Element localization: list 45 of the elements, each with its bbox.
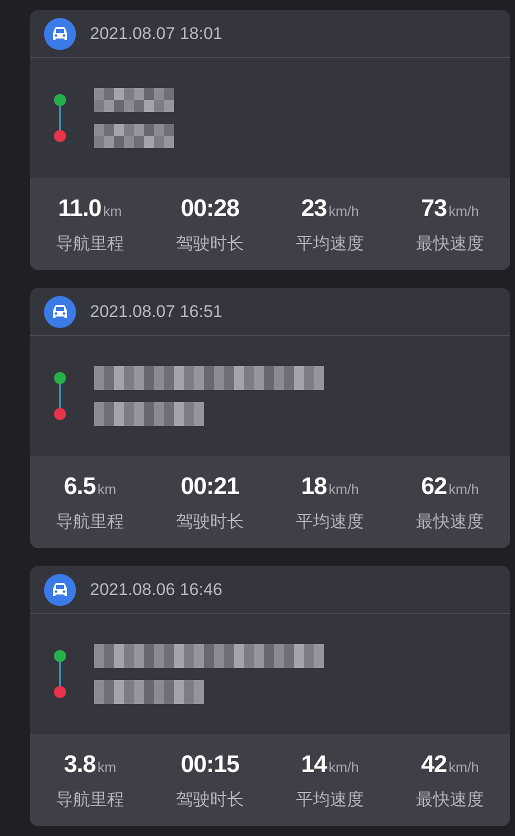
stat-unit: km — [97, 758, 116, 778]
stat-label: 驾驶时长 — [176, 233, 244, 256]
trip-time: 2021.08.07 16:51 — [90, 300, 222, 323]
trip-time: 2021.08.07 18:01 — [90, 22, 222, 45]
stat-label: 导航里程 — [56, 233, 124, 256]
stat-unit: km — [103, 202, 122, 222]
stat-value: 14 — [301, 750, 327, 780]
route-drawing — [54, 94, 66, 142]
stat-unit: km/h — [328, 480, 359, 500]
route-drawing — [54, 650, 66, 698]
stat-label: 最快速度 — [416, 789, 484, 812]
stat-unit: km/h — [328, 758, 359, 778]
stat-value: 6.5 — [64, 472, 96, 502]
trip-card[interactable]: 2021.08.07 16:51 6.5 km 导航里程 00:21 驾驶时长 18 km/h 平均速度 62 km/h 最快速度 — [30, 288, 510, 548]
stat-value: 62 — [421, 472, 447, 502]
stat-value: 00:28 — [180, 194, 240, 224]
stat-value: 23 — [301, 194, 327, 224]
stat-unit: km/h — [448, 202, 479, 222]
stat-value: 73 — [421, 194, 447, 224]
stat-label: 最快速度 — [416, 511, 484, 534]
stat-value: 3.8 — [64, 750, 96, 780]
stat-value: 00:15 — [180, 750, 240, 780]
stat-value: 18 — [301, 472, 327, 502]
trip-time: 2021.08.06 16:46 — [90, 578, 222, 601]
stat-label: 最快速度 — [416, 233, 484, 256]
stat-label: 导航里程 — [56, 511, 124, 534]
trip-card[interactable]: 2021.08.07 18:01 11.0 km 导航里程 00:28 驾驶时长 23 km/h 平均速度 73 km/h 最快速度 — [30, 10, 510, 270]
stat-unit: km/h — [448, 758, 479, 778]
stat-unit: km/h — [328, 202, 359, 222]
stat-label: 驾驶时长 — [176, 511, 244, 534]
stat-label: 导航里程 — [56, 789, 124, 812]
stat-value: 11.0 — [58, 194, 102, 224]
stat-label: 驾驶时长 — [176, 789, 244, 812]
car-icon — [44, 574, 76, 606]
route-drawing — [54, 372, 66, 420]
stat-value: 42 — [421, 750, 447, 780]
car-icon — [44, 296, 76, 328]
trip-card[interactable]: 2021.08.06 16:46 3.8 km 导航里程 00:15 驾驶时长 14km/h 平均速度 42 km/h 最快速度 — [30, 566, 510, 826]
stat-value: 00:21 — [180, 472, 240, 502]
stat-label: 平均速度 — [296, 511, 364, 534]
stat-unit: km — [97, 480, 116, 500]
stat-unit: km/h — [448, 480, 479, 500]
car-icon — [44, 18, 76, 50]
stat-label: 平均速度 — [296, 789, 364, 812]
stat-label: 平均速度 — [296, 233, 364, 256]
